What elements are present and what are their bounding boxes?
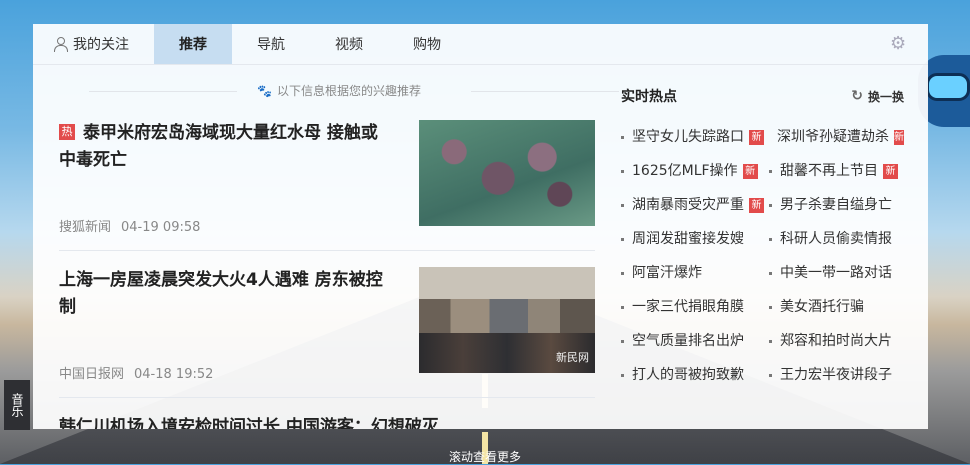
- tab-label: 视频: [335, 37, 363, 53]
- bullet-icon: [769, 305, 772, 309]
- hot-topic-text: 深圳爷孙疑遭劫杀: [777, 129, 889, 145]
- hot-topic-text: 甜馨不再上节目: [780, 163, 878, 179]
- gear-icon[interactable]: ⚙: [890, 35, 908, 53]
- news-title-text: 韩仁川机场入境安检时间过长 中国游客：幻想破灭: [59, 417, 439, 429]
- hot-topic-text: 阿富汗爆炸: [632, 265, 702, 281]
- thumbnail-watermark: 新民网: [556, 351, 589, 364]
- hot-topic-text: 打人的哥被拘致歉: [632, 367, 744, 383]
- bullet-icon: [621, 237, 624, 241]
- bullet-icon: [769, 373, 772, 377]
- tab-label: 推荐: [179, 37, 207, 53]
- news-thumbnail[interactable]: [419, 120, 595, 226]
- news-time: 04-19 09:58: [121, 220, 201, 235]
- new-badge: 新: [742, 163, 758, 179]
- news-time: 04-18 19:52: [134, 367, 214, 382]
- news-title[interactable]: 韩仁川机场入境安检时间过长 中国游客：幻想破灭: [59, 414, 479, 429]
- bullet-icon: [621, 373, 624, 377]
- hot-topic-text: 1625亿MLF操作: [632, 163, 738, 179]
- news-title[interactable]: 热泰甲米府宏岛海域现大量红水母 接触或中毒死亡: [59, 120, 389, 174]
- refresh-label: 换一换: [867, 89, 904, 104]
- refresh-icon: ↻: [851, 88, 863, 104]
- hot-topic-item[interactable]: 科研人员偷卖情报: [769, 222, 904, 256]
- news-thumbnail[interactable]: 新民网: [419, 267, 595, 373]
- paw-icon: 🐾: [257, 84, 272, 98]
- new-badge: 新: [749, 129, 764, 145]
- hot-topic-item[interactable]: 1625亿MLF操作新: [621, 154, 769, 188]
- hot-badge: 热: [59, 124, 75, 140]
- tab-label: 购物: [413, 37, 441, 53]
- news-source: 搜狐新闻: [59, 220, 112, 235]
- hot-topic-text: 王力宏半夜讲段子: [780, 367, 892, 383]
- hot-topic-text: 空气质量排名出炉: [632, 333, 744, 349]
- hot-topics-list: 坚守女儿失踪路口新深圳爷孙疑遭劫杀新 1625亿MLF操作新甜馨不再上节目新湖南暴…: [621, 120, 904, 392]
- news-panel: 我的关注 推荐 导航 视频 购物 ⚙ 🐾 以下信息根据您的兴趣推荐 热泰甲米府宏岛…: [33, 24, 928, 429]
- hot-topic-item[interactable]: 美女酒托行骗: [769, 290, 904, 324]
- bullet-icon: [769, 271, 772, 275]
- bullet-icon: [621, 271, 624, 275]
- hot-topic-item[interactable]: 坚守女儿失踪路口新: [621, 120, 769, 154]
- hot-topic-item[interactable]: 男子杀妻自缢身亡: [769, 188, 904, 222]
- hot-topic-text: 一家三代捐眼角膜: [632, 299, 744, 315]
- news-meta: 中国日报网 04-18 19:52: [59, 363, 213, 382]
- new-badge: 新: [749, 197, 764, 213]
- news-meta: 搜狐新闻 04-19 09:58: [59, 216, 200, 235]
- hot-topic-text: 湖南暴雨受灾严重: [632, 197, 744, 213]
- tab-my-follow[interactable]: 我的关注: [33, 24, 154, 64]
- hot-topic-text: 男子杀妻自缢身亡: [780, 197, 892, 213]
- news-title[interactable]: 上海一房屋凌晨突发大火4人遇难 房东被控制: [59, 267, 389, 321]
- hot-topics-header: 实时热点 ↻ 换一换: [621, 82, 904, 110]
- hot-topics-title: 实时热点: [621, 89, 677, 105]
- tab-navigation[interactable]: 导航: [232, 24, 310, 64]
- news-item[interactable]: 韩仁川机场入境安检时间过长 中国游客：幻想破灭: [59, 414, 595, 429]
- refresh-button[interactable]: ↻ 换一换: [851, 88, 904, 105]
- hot-topic-text: 坚守女儿失踪路口: [632, 129, 744, 145]
- hot-topic-text: 美女酒托行骗: [780, 299, 864, 315]
- tab-video[interactable]: 视频: [310, 24, 388, 64]
- bullet-icon: [769, 169, 772, 173]
- tab-shopping[interactable]: 购物: [388, 24, 466, 64]
- tab-bar: 我的关注 推荐 导航 视频 购物: [33, 24, 928, 65]
- hot-topic-item[interactable]: 中美一带一路对话: [769, 256, 904, 290]
- tab-label: 我的关注: [73, 37, 129, 53]
- tab-recommend[interactable]: 推荐: [154, 24, 232, 64]
- news-feed: 热泰甲米府宏岛海域现大量红水母 接触或中毒死亡 搜狐新闻 04-19 09:58 …: [59, 120, 595, 429]
- scroll-more-hint: 滚动查看更多: [448, 450, 521, 464]
- hot-topic-item[interactable]: 甜馨不再上节目新: [769, 154, 904, 188]
- new-badge: 新: [894, 129, 904, 145]
- news-item[interactable]: 热泰甲米府宏岛海域现大量红水母 接触或中毒死亡 搜狐新闻 04-19 09:58: [59, 120, 595, 251]
- bullet-icon: [621, 135, 624, 139]
- hot-topic-text: 中美一带一路对话: [780, 265, 892, 281]
- hint-text: 以下信息根据您的兴趣推荐: [276, 84, 421, 98]
- music-tab-label: 音乐: [10, 393, 24, 417]
- hot-topic-text: 周润发甜蜜接发嫂: [632, 231, 744, 247]
- recommend-hint: 🐾 以下信息根据您的兴趣推荐: [59, 82, 619, 99]
- user-icon: [53, 37, 68, 52]
- hot-topic-item[interactable]: 湖南暴雨受灾严重新: [621, 188, 769, 222]
- hot-topic-text: 郑容和拍时尚大片: [780, 333, 892, 349]
- hot-topic-item[interactable]: 打人的哥被拘致歉: [621, 358, 769, 392]
- news-title-text: 上海一房屋凌晨突发大火4人遇难 房东被控制: [59, 270, 383, 317]
- bullet-icon: [621, 339, 624, 343]
- hot-topics: 实时热点 ↻ 换一换 坚守女儿失踪路口新深圳爷孙疑遭劫杀新 1625亿MLF操作新…: [621, 82, 904, 392]
- bullet-icon: [769, 237, 772, 241]
- hot-topic-item[interactable]: 阿富汗爆炸: [621, 256, 769, 290]
- music-tab[interactable]: 音乐: [4, 380, 30, 430]
- hot-topic-text: 科研人员偷卖情报: [780, 231, 892, 247]
- bullet-icon: [621, 169, 624, 173]
- bullet-icon: [769, 339, 772, 343]
- hot-topic-item[interactable]: 郑容和拍时尚大片: [769, 324, 904, 358]
- hot-topic-item[interactable]: 一家三代捐眼角膜: [621, 290, 769, 324]
- news-title-text: 泰甲米府宏岛海域现大量红水母 接触或中毒死亡: [59, 123, 378, 170]
- bullet-icon: [621, 203, 624, 207]
- hot-topic-item[interactable]: 周润发甜蜜接发嫂: [621, 222, 769, 256]
- hot-topic-item[interactable]: 深圳爷孙疑遭劫杀新: [769, 120, 904, 154]
- news-item[interactable]: 上海一房屋凌晨突发大火4人遇难 房东被控制 中国日报网 04-18 19:52 新…: [59, 267, 595, 398]
- bullet-icon: [621, 305, 624, 309]
- tab-label: 导航: [257, 37, 285, 53]
- hot-topic-item[interactable]: 空气质量排名出炉: [621, 324, 769, 358]
- news-source: 中国日报网: [59, 367, 125, 382]
- new-badge: 新: [883, 163, 898, 179]
- hot-topic-item[interactable]: 王力宏半夜讲段子: [769, 358, 904, 392]
- bullet-icon: [769, 203, 772, 207]
